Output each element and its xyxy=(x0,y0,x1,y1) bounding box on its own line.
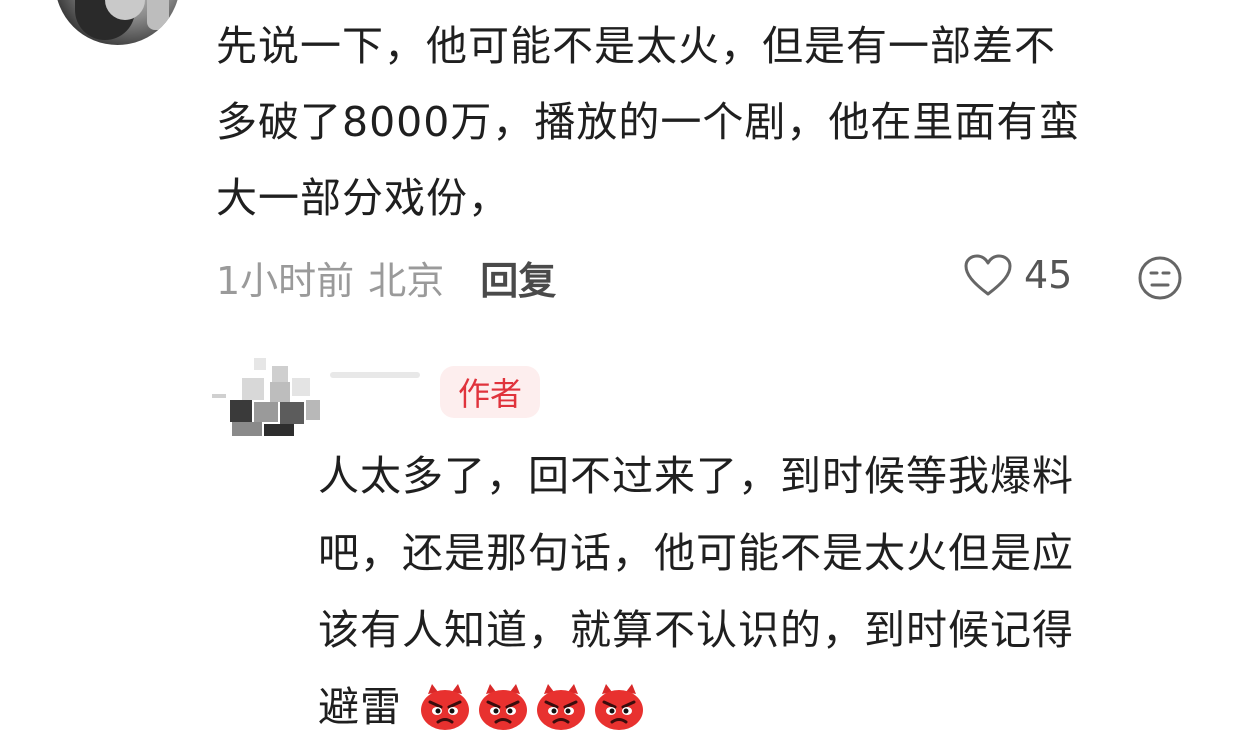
heart-icon xyxy=(964,254,1012,296)
like-button[interactable]: 45 xyxy=(962,252,1072,298)
angry-face-icon xyxy=(479,684,527,730)
angry-face-icon xyxy=(537,684,585,730)
comment-time: 1小时前 xyxy=(216,258,355,303)
commenter-avatar[interactable] xyxy=(55,0,180,45)
angry-face-icon xyxy=(595,684,643,730)
comment-meta: 1小时前 北京 回复 xyxy=(216,250,556,305)
reply-button[interactable]: 回复 xyxy=(480,250,556,305)
comment-text: 先说一下，他可能不是太火，但是有一部差不 多破了8000万，播放的一个剧，他在里… xyxy=(216,22,1081,222)
avatar-hand xyxy=(147,0,169,30)
comment-location: 北京 xyxy=(368,258,445,303)
dislike-face-icon[interactable] xyxy=(1136,254,1184,302)
author-badge: 作者 xyxy=(440,366,540,418)
author-avatar[interactable] xyxy=(212,358,322,438)
emoji-row xyxy=(418,680,646,732)
like-count: 45 xyxy=(1024,253,1073,297)
angry-face-icon xyxy=(421,684,469,730)
author-name-blurred[interactable] xyxy=(330,372,420,378)
